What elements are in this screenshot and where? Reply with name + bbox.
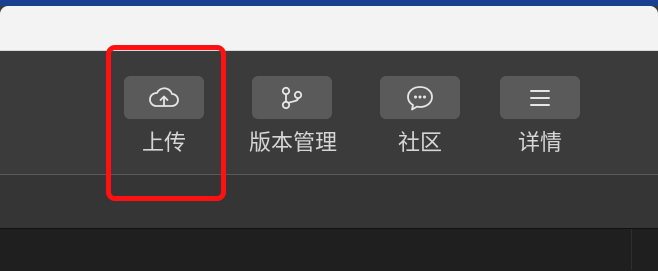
branch-icon bbox=[281, 86, 303, 109]
version-management-label: 版本管理 bbox=[248, 131, 337, 156]
title-bar bbox=[0, 6, 658, 51]
community-icon-box[interactable] bbox=[380, 76, 460, 119]
menu-icon bbox=[530, 89, 550, 106]
secondary-bar bbox=[0, 175, 658, 228]
upload-label: 上传 bbox=[141, 131, 186, 156]
details-icon-box[interactable] bbox=[500, 76, 580, 119]
cloud-upload-icon bbox=[149, 86, 179, 107]
community-label: 社区 bbox=[397, 131, 442, 156]
version-icon-box[interactable] bbox=[252, 76, 332, 119]
community-button[interactable]: 社区 bbox=[380, 76, 460, 166]
panel-splitter[interactable] bbox=[631, 229, 632, 270]
details-label: 详情 bbox=[517, 131, 562, 156]
version-management-button[interactable]: 版本管理 bbox=[245, 76, 341, 166]
chat-bubble-icon bbox=[407, 85, 433, 110]
content-panel bbox=[0, 228, 658, 271]
upload-button[interactable]: 上传 bbox=[124, 76, 204, 166]
details-button[interactable]: 详情 bbox=[500, 76, 580, 166]
upload-icon-box[interactable] bbox=[124, 76, 204, 119]
